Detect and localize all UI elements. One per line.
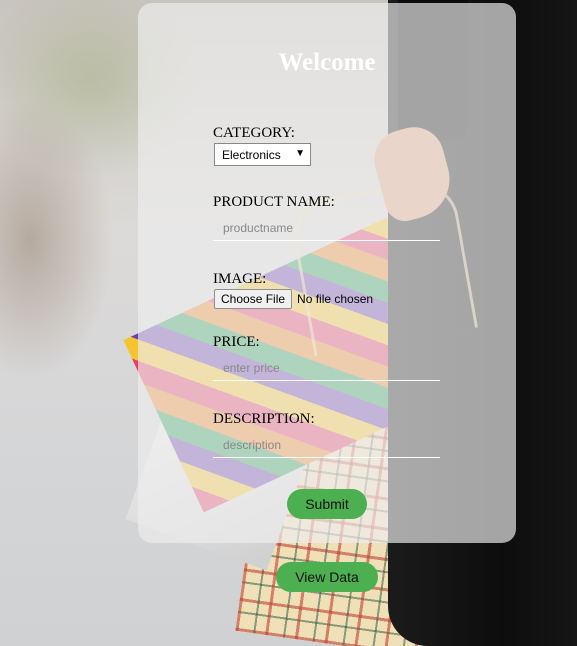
submit-button[interactable]: Submit xyxy=(287,489,367,519)
image-file-input[interactable]: Choose File No file chosen xyxy=(214,289,373,309)
price-input[interactable]: enter price xyxy=(213,355,440,381)
page-title: Welcome xyxy=(278,49,376,76)
description-label: DESCRIPTION: xyxy=(213,411,315,427)
product-name-input[interactable]: productname xyxy=(213,215,440,241)
chevron-down-icon: ▼ xyxy=(295,148,305,159)
image-label: IMAGE: xyxy=(213,271,267,287)
description-placeholder: description xyxy=(223,437,282,452)
category-select[interactable]: Electronics ▼ xyxy=(214,143,311,166)
file-status-text: No file chosen xyxy=(297,292,374,306)
product-name-label: PRODUCT NAME: xyxy=(213,194,335,210)
category-label: CATEGORY: xyxy=(213,125,295,141)
view-data-button[interactable]: View Data xyxy=(276,562,378,592)
description-input[interactable]: description xyxy=(213,432,440,458)
price-placeholder: enter price xyxy=(223,360,280,375)
form-panel: Welcome xyxy=(138,3,516,543)
product-name-placeholder: productname xyxy=(223,220,294,235)
price-label: PRICE: xyxy=(213,334,260,350)
category-selected-value: Electronics xyxy=(222,147,281,162)
choose-file-button[interactable]: Choose File xyxy=(214,289,293,309)
